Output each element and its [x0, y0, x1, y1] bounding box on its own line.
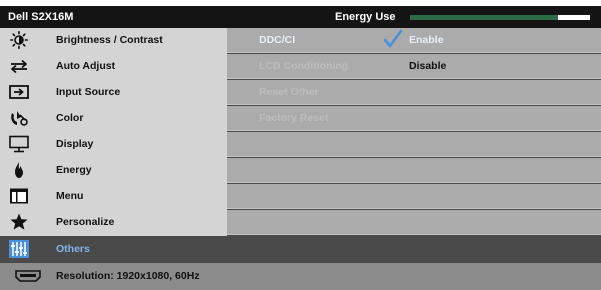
option-label: Reset Other — [259, 86, 319, 98]
menu-item-input-source[interactable]: Input Source — [0, 80, 227, 105]
menu-item-label: Energy — [56, 164, 92, 176]
submenu-row-empty — [227, 184, 601, 209]
option-value[interactable]: Disable — [409, 60, 446, 73]
energy-use-label: Energy Use — [335, 11, 396, 23]
menu-item-menu[interactable]: Menu — [0, 184, 227, 209]
energy-icon — [8, 161, 30, 179]
menu-item-display[interactable]: Display — [0, 132, 227, 157]
option-label: LCD Conditioning — [259, 60, 349, 72]
others-submenu: DDC/CI Enable LCD Conditioning Disable R… — [227, 28, 601, 263]
menu-item-label: Menu — [56, 190, 84, 202]
menu-item-label: Color — [56, 112, 84, 124]
submenu-row-factory-reset[interactable]: Factory Reset — [227, 106, 601, 131]
energy-use-fill — [410, 15, 558, 20]
hdmi-icon — [14, 269, 42, 283]
menu-item-personalize[interactable]: Personalize — [0, 210, 227, 235]
submenu-row-ddc-ci[interactable]: DDC/CI Enable — [227, 28, 601, 53]
option-label: DDC/CI — [259, 34, 296, 46]
submenu-row-empty — [227, 158, 601, 183]
monitor-osd: Dell S2X16M Energy Use Brightness / Cont… — [0, 0, 601, 290]
menu-icon — [8, 187, 30, 205]
option-label: Factory Reset — [259, 112, 329, 124]
submenu-row-empty — [227, 210, 601, 235]
resolution-info: Resolution: 1920x1080, 60Hz — [56, 270, 200, 282]
submenu-row-empty — [227, 236, 601, 263]
menu-item-label: Auto Adjust — [56, 60, 116, 72]
brightness-icon — [8, 31, 30, 49]
menu-item-label: Brightness / Contrast — [56, 34, 163, 46]
auto-adjust-icon — [8, 57, 30, 75]
option-value[interactable]: Enable — [409, 34, 443, 47]
menu-item-auto-adjust[interactable]: Auto Adjust — [0, 54, 227, 79]
energy-use-meter — [410, 15, 590, 20]
checkmark-icon — [383, 29, 403, 49]
menu-item-label: Input Source — [56, 86, 121, 98]
display-icon — [8, 135, 30, 153]
osd-header: Dell S2X16M Energy Use — [0, 6, 601, 28]
input-source-icon — [8, 83, 30, 101]
osd-footer: Resolution: 1920x1080, 60Hz — [0, 263, 601, 290]
menu-item-color[interactable]: Color — [0, 106, 227, 131]
menu-item-label: Others — [56, 243, 90, 255]
submenu-row-empty — [227, 132, 601, 157]
menu-item-label: Display — [56, 138, 94, 150]
submenu-row-reset-other[interactable]: Reset Other — [227, 80, 601, 105]
monitor-model: Dell S2X16M — [8, 11, 74, 23]
others-icon — [8, 240, 30, 258]
star-icon — [8, 213, 30, 231]
menu-item-brightness-contrast[interactable]: Brightness / Contrast — [0, 28, 227, 53]
menu-item-energy[interactable]: Energy — [0, 158, 227, 183]
color-icon — [8, 109, 30, 127]
menu-item-label: Personalize — [56, 216, 115, 228]
submenu-row-lcd-conditioning[interactable]: LCD Conditioning Disable — [227, 54, 601, 79]
osd-main-menu: Brightness / Contrast Auto Adjust Input … — [0, 28, 227, 263]
menu-item-others[interactable]: Others — [0, 236, 227, 263]
